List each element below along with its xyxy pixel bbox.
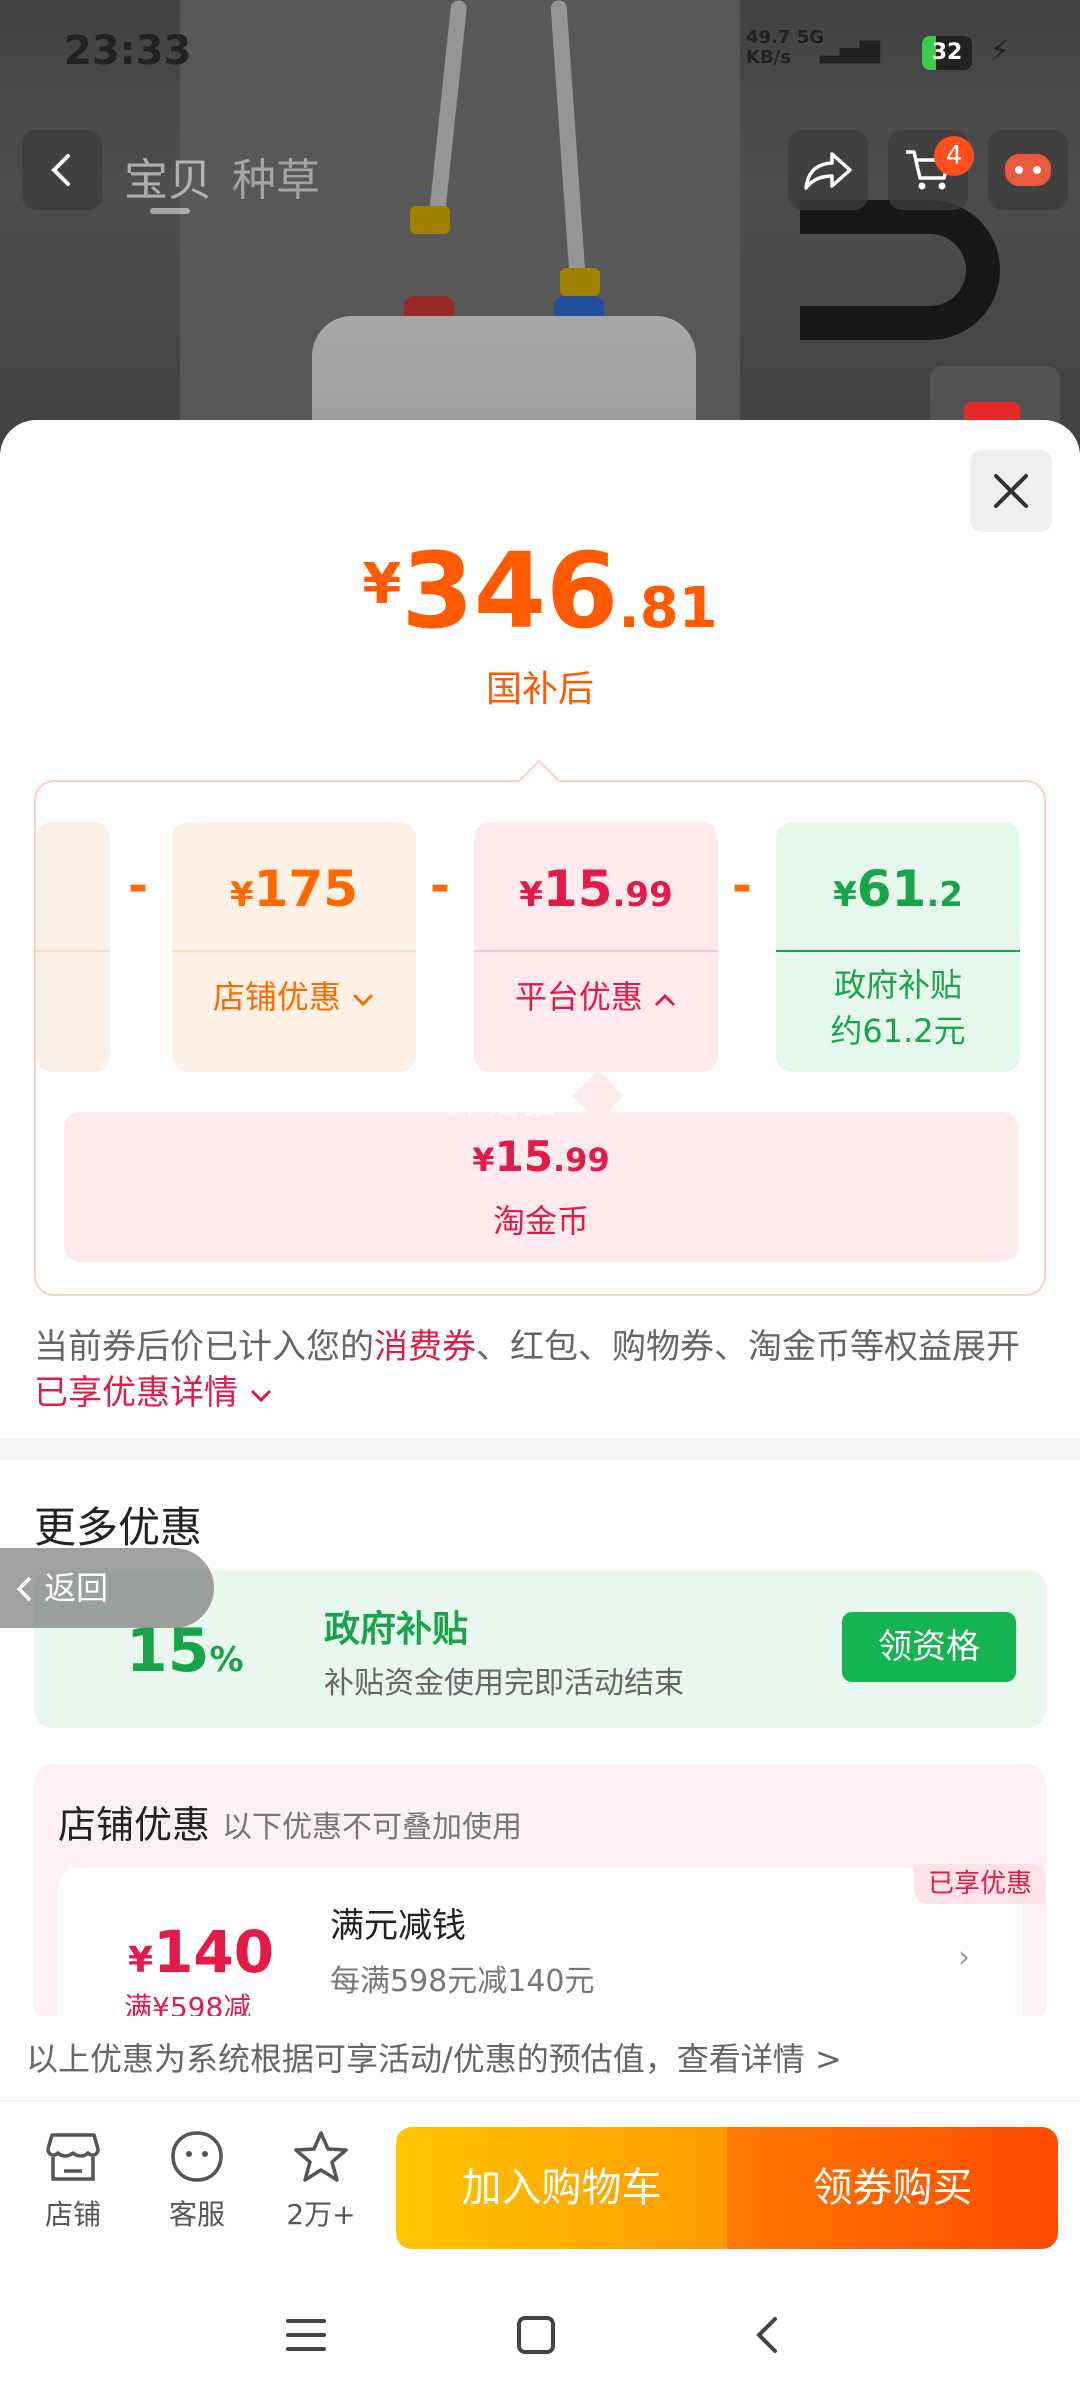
signal-icon: ▂▄▆: [820, 34, 880, 64]
faded-card: [36, 822, 110, 1072]
watermark: 虾猫猫: [446, 1081, 561, 1122]
close-button[interactable]: [970, 450, 1052, 532]
bottom-action-bar: 店铺 客服 2万+ 加入购物车 领券购买: [0, 2100, 1080, 2250]
status-time: 23:33: [64, 28, 192, 74]
battery-icon: 32: [922, 36, 972, 70]
price-note: 当前券后价已计入您的消费券、红包、购物券、淘金币等权益展开已享优惠详情: [34, 1327, 1020, 1413]
add-to-cart-button[interactable]: 加入购物车: [396, 2127, 727, 2249]
cart-count-badge: 4: [934, 136, 974, 176]
charging-icon: ⚡: [990, 34, 1010, 67]
chevron-up-icon: [655, 993, 676, 1007]
home-button[interactable]: [506, 2310, 566, 2360]
buy-now-button[interactable]: 领券购买: [727, 2127, 1058, 2249]
top-nav: 宝贝 种草: [0, 130, 1080, 214]
taojinbi-card: ¥15.99 淘金币: [64, 1112, 1018, 1262]
final-price: ¥346.81: [362, 530, 718, 652]
platform-discount-card[interactable]: ¥15.99 平台优惠: [474, 822, 718, 1072]
claim-qualification-button[interactable]: 领资格: [842, 1612, 1016, 1682]
back-icon: [756, 2317, 777, 2353]
chevron-down-icon: [353, 993, 374, 1007]
price-detail-sheet: ¥346.81 国补后 - ¥175 店铺优惠 - ¥15.99 平台优惠 - …: [0, 420, 1080, 2100]
return-button[interactable]: 返回: [0, 1548, 214, 1628]
chevron-right-icon: ›: [958, 1940, 970, 1975]
more-button[interactable]: [988, 130, 1068, 210]
tab-underline: [150, 208, 190, 214]
store-icon: [46, 2133, 100, 2181]
menu-button[interactable]: [276, 2310, 336, 2360]
system-back-button[interactable]: [736, 2310, 796, 2360]
section-divider: [0, 1438, 1080, 1460]
shop-discount-card[interactable]: ¥175 店铺优惠: [172, 822, 416, 1072]
minus-sign: -: [128, 858, 148, 914]
purchase-buttons: 加入购物车 领券购买: [396, 2127, 1058, 2249]
tab-item[interactable]: 宝贝: [124, 144, 212, 208]
store-button[interactable]: 店铺: [18, 2127, 128, 2233]
tab-recommend[interactable]: 种草: [232, 144, 320, 208]
more-icon: [1005, 154, 1051, 186]
net-speed: 49.7 5G KB/s: [746, 27, 825, 68]
customer-service-button[interactable]: 客服: [142, 2127, 252, 2233]
coupon-card[interactable]: ¥140 满¥598减 满元减钱 每满598元减140元 › 已享优惠: [58, 1864, 1046, 2024]
share-icon: [804, 152, 852, 190]
customer-service-icon: [171, 2131, 223, 2182]
chevron-left-icon: [16, 1576, 32, 1602]
favorite-button[interactable]: 2万+: [266, 2127, 376, 2233]
minus-sign: -: [732, 858, 752, 914]
chevron-left-icon: [51, 154, 70, 186]
enjoyed-tag: 已享优惠: [914, 1864, 1046, 1904]
status-bar: 23:33 49.7 5G KB/s ▂▄▆ 32 ⚡: [0, 0, 1080, 110]
star-icon: [294, 2131, 348, 2182]
close-icon: [994, 474, 1028, 508]
shop-offers-section: 店铺优惠 以下优惠不可叠加使用 ¥140 满¥598减 满元减钱 每满598元减…: [34, 1764, 1046, 2024]
share-button[interactable]: [788, 130, 868, 210]
system-nav-bar: [0, 2270, 1080, 2400]
shop-discount-label: 店铺优惠: [212, 978, 341, 1016]
discount-breakdown: - ¥175 店铺优惠 - ¥15.99 平台优惠 - ¥61.2 政府补贴 约6…: [34, 759, 1046, 1296]
price-label: 国补后: [485, 669, 594, 710]
minus-sign: -: [430, 858, 450, 914]
back-button[interactable]: [22, 130, 102, 210]
platform-discount-label: 平台优惠: [514, 978, 643, 1016]
chevron-down-icon: [250, 1389, 271, 1403]
more-offers-title: 更多优惠: [34, 1503, 203, 1552]
menu-icon: [286, 2319, 326, 2351]
government-subsidy-card[interactable]: ¥61.2 政府补贴 约61.2元: [776, 822, 1020, 1072]
enjoyed-offers-link[interactable]: 已享优惠详情: [34, 1373, 238, 1413]
estimate-note[interactable]: 以上优惠为系统根据可享活动/优惠的预估值，查看详情 >: [0, 2016, 1080, 2100]
home-icon: [517, 2316, 555, 2354]
